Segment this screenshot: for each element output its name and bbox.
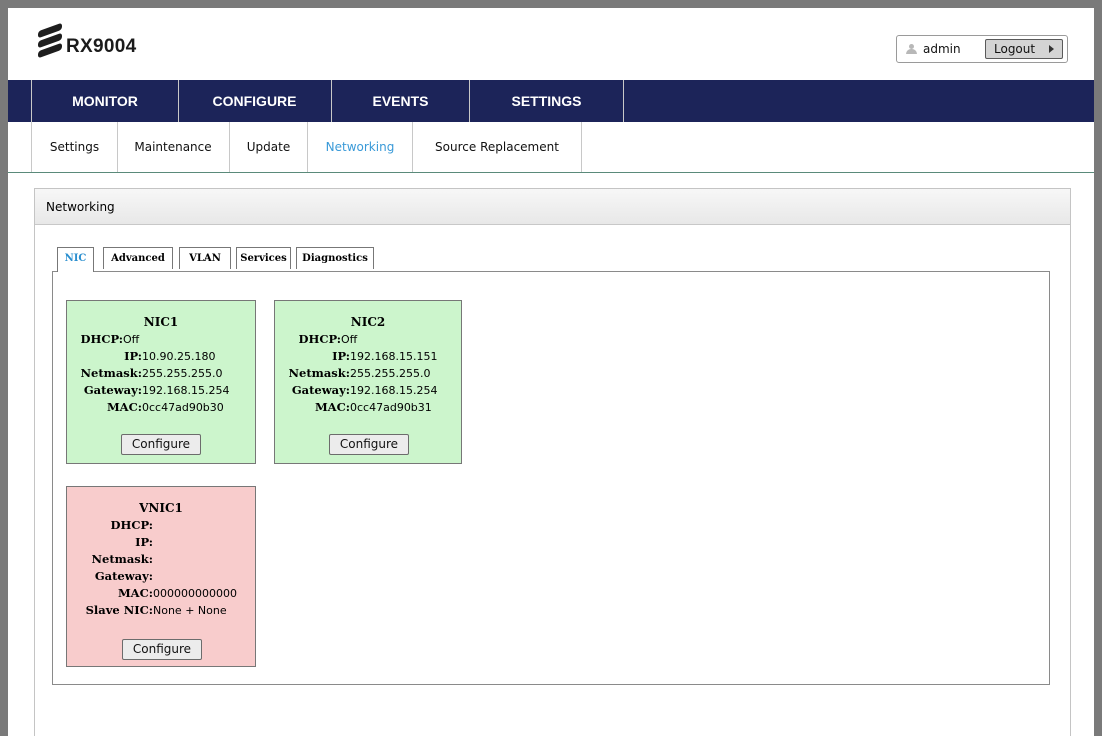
mac-row: MAC:0cc47ad90b30 <box>106 400 224 414</box>
nic2-card: NIC2 DHCP:Off IP:192.168.15.151 Netmask:… <box>274 300 462 464</box>
user-box: admin Logout <box>896 35 1068 63</box>
product-name: RX9004 <box>66 36 137 57</box>
tab-services[interactable]: Services <box>236 247 291 269</box>
logout-button[interactable]: Logout <box>985 39 1063 59</box>
main-nav-settings[interactable]: SETTINGS <box>470 80 624 122</box>
tab-diagnostics[interactable]: Diagnostics <box>296 247 374 269</box>
card-title: NIC2 <box>350 315 386 329</box>
configure-nic2-button[interactable]: Configure <box>329 434 409 455</box>
window-frame-right <box>1094 0 1102 736</box>
sub-nav-networking[interactable]: Networking <box>308 122 413 172</box>
tab-vlan[interactable]: VLAN <box>179 247 231 269</box>
gateway-row: Gateway: <box>94 569 153 583</box>
window-frame-left <box>0 0 8 736</box>
user-icon <box>906 44 917 55</box>
username-label: admin <box>923 42 961 56</box>
panel-title: Networking <box>35 189 1070 225</box>
mac-row: MAC:000000000000 <box>117 586 237 600</box>
netmask-row: Netmask: <box>91 552 153 566</box>
sub-nav-source-replacement[interactable]: Source Replacement <box>413 122 582 172</box>
logout-label: Logout <box>994 42 1036 56</box>
card-title: NIC1 <box>143 315 179 329</box>
product-logo: RX9004 <box>36 22 137 60</box>
sub-nav-maintenance[interactable]: Maintenance <box>117 122 230 172</box>
logo-icon <box>36 22 64 59</box>
arrow-right-icon <box>1049 45 1054 53</box>
gateway-row: Gateway:192.168.15.254 <box>291 383 438 397</box>
sub-nav-settings[interactable]: Settings <box>31 122 118 172</box>
dhcp-row: DHCP: <box>110 518 153 532</box>
netmask-row: Netmask:255.255.255.0 <box>288 366 431 380</box>
ip-row: IP:192.168.15.151 <box>332 349 438 363</box>
tab-advanced[interactable]: Advanced <box>103 247 173 269</box>
ip-row: IP: <box>135 535 153 549</box>
tab-nic[interactable]: NIC <box>57 247 94 272</box>
mac-row: MAC:0cc47ad90b31 <box>314 400 432 414</box>
main-nav: MONITOR CONFIGURE EVENTS SETTINGS <box>8 80 1094 122</box>
configure-vnic1-button[interactable]: Configure <box>122 639 202 660</box>
main-nav-monitor[interactable]: MONITOR <box>31 80 179 122</box>
sub-nav-update[interactable]: Update <box>230 122 308 172</box>
sub-nav: Settings Maintenance Update Networking S… <box>8 122 1094 173</box>
nic1-card: NIC1 DHCP:Off IP:10.90.25.180 Netmask:25… <box>66 300 256 464</box>
main-nav-configure[interactable]: CONFIGURE <box>178 80 332 122</box>
window-frame-top <box>0 0 1102 8</box>
vnic1-card: VNIC1 DHCP: IP: Netmask: Gateway: MAC:00… <box>66 486 256 667</box>
dhcp-row: DHCP:Off <box>298 332 358 346</box>
ip-row: IP:10.90.25.180 <box>124 349 216 363</box>
card-title: VNIC1 <box>139 501 183 515</box>
main-nav-events[interactable]: EVENTS <box>332 80 470 122</box>
dhcp-row: DHCP:Off <box>80 332 140 346</box>
slave-nic-row: Slave NIC:None + None <box>85 603 227 617</box>
configure-nic1-button[interactable]: Configure <box>121 434 201 455</box>
gateway-row: Gateway:192.168.15.254 <box>83 383 230 397</box>
netmask-row: Netmask:255.255.255.0 <box>80 366 223 380</box>
